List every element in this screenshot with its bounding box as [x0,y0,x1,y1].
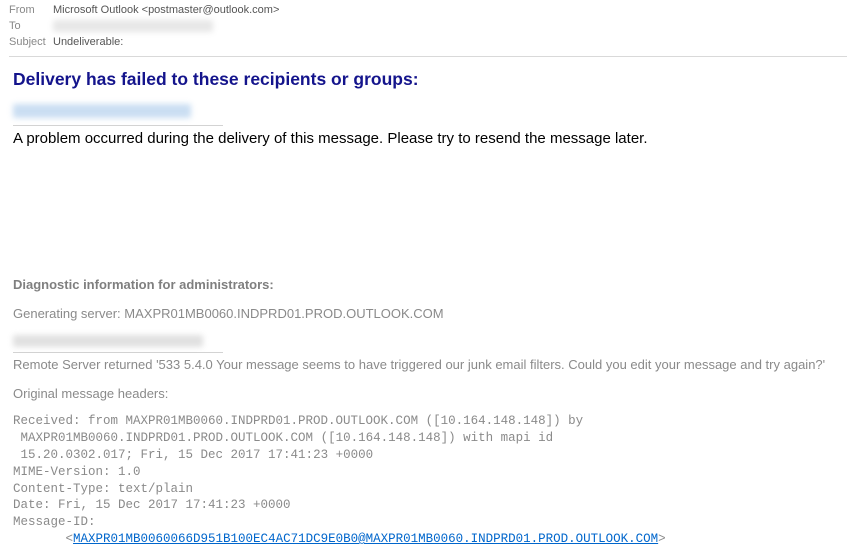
message-body: Delivery has failed to these recipients … [9,56,847,556]
message-id-value: MAXPR01MB0060066D951B100EC4AC71DC9E0B0@M… [73,532,658,546]
headers-text: Received: from MAXPR01MB0060.INDPRD01.PR… [13,414,583,529]
recipient-address-redacted [13,104,191,118]
underline-divider [13,125,223,126]
remote-server-error: Remote Server returned '533 5.4.0 Your m… [13,357,843,372]
subject-label: Subject [9,36,53,48]
message-id-link[interactable]: MAXPR01MB0060066D951B100EC4AC71DC9E0B0@M… [73,532,658,546]
header-from-row: From Microsoft Outlook <postmaster@outlo… [9,2,848,18]
gen-server-label: Generating server: [13,306,124,321]
diagnostic-block: Diagnostic information for administrator… [13,277,843,548]
diag-recipient-redacted [13,335,843,350]
generating-server-line: Generating server: MAXPR01MB0060.INDPRD0… [13,306,843,321]
recipient-redacted-row [13,104,843,123]
to-value-redacted [53,20,213,32]
message-header: From Microsoft Outlook <postmaster@outlo… [0,0,857,56]
gen-server-value: MAXPR01MB0060.INDPRD01.PROD.OUTLOOK.COM [124,306,443,321]
header-subject-row: Subject Undeliverable: [9,34,848,50]
from-value: Microsoft Outlook <postmaster@outlook.co… [53,4,279,16]
diag-recipient-address-redacted [13,335,203,347]
diag-underline-divider [13,352,223,353]
raw-headers: Received: from MAXPR01MB0060.INDPRD01.PR… [13,413,843,548]
original-headers-label: Original message headers: [13,386,843,401]
subject-value: Undeliverable: [53,36,123,48]
to-label: To [9,20,53,32]
header-to-row: To [9,18,848,34]
delivery-failed-heading: Delivery has failed to these recipients … [13,69,843,90]
diagnostic-title: Diagnostic information for administrator… [13,277,843,292]
from-label: From [9,4,53,16]
problem-text: A problem occurred during the delivery o… [13,130,843,147]
